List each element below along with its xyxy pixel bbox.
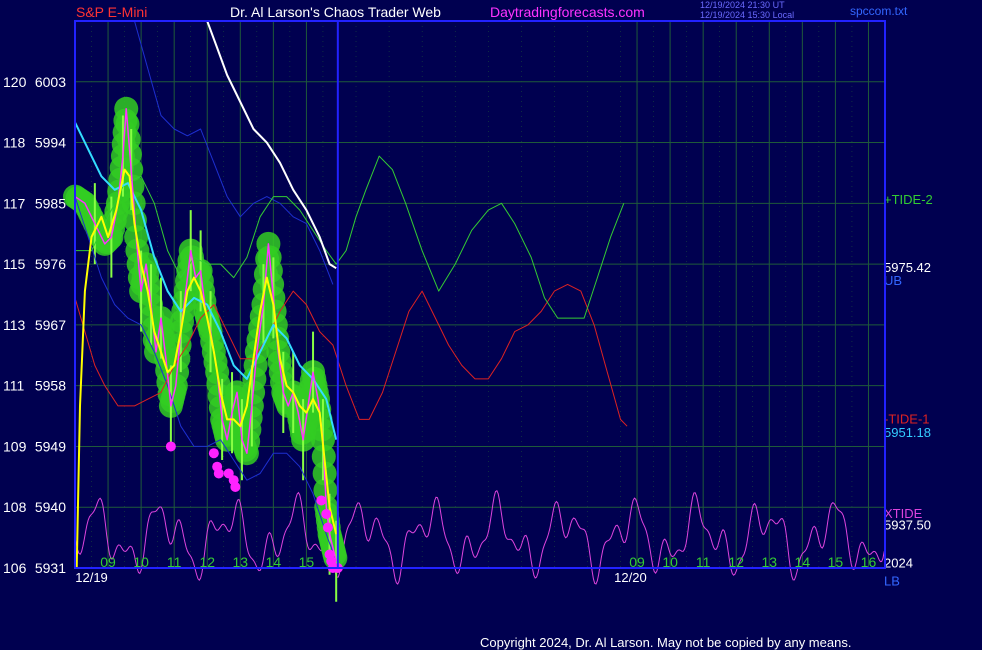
- y-tick-left-label: 106: [3, 560, 27, 576]
- marker-dot: [165, 441, 176, 452]
- xtide-line: [74, 489, 885, 585]
- y-axis-labels: 120 6003 118 5994 117 5985 115 5976 113 5967 111 59…: [3, 74, 66, 576]
- y-tick-left-label: 118: [3, 135, 26, 151]
- y-tick-price-label: 5976: [35, 256, 66, 272]
- site-title: Dr. Al Larson's Chaos Trader Web: [230, 4, 441, 20]
- marker-dot: [208, 448, 219, 459]
- ub-line: [134, 20, 334, 285]
- white-line: [206, 20, 337, 270]
- instrument-title: S&P E-Mini: [76, 4, 148, 20]
- marker-dot: [321, 508, 332, 519]
- right-label: 5951.18: [884, 425, 931, 440]
- marker-dot: [230, 481, 241, 492]
- y-tick-left-label: 108: [3, 499, 27, 515]
- y-tick-price-label: 5958: [35, 378, 66, 394]
- site-link[interactable]: Daytradingforecasts.com: [490, 4, 645, 20]
- data-file-name: spccom.txt: [850, 4, 908, 18]
- xtide-series: [74, 489, 885, 585]
- right-labels: +TIDE-25975.42UB-TIDE-15951.18XTIDE5937.…: [884, 192, 933, 589]
- y-tick-price-label: 5985: [35, 195, 66, 211]
- y-tick-left-label: 120: [3, 74, 27, 90]
- right-label: UB: [884, 273, 902, 288]
- marker-dot: [213, 468, 224, 479]
- timestamp-local: 12/19/2024 15:30 Local: [700, 10, 795, 20]
- marker-dot: [322, 522, 333, 533]
- right-label: 2024: [884, 555, 913, 570]
- y-tick-left-label: 113: [3, 317, 26, 333]
- chart-canvas: 120 6003 118 5994 117 5985 115 5976 113 5967 111 59…: [3, 20, 933, 602]
- right-label: +TIDE-2: [884, 192, 933, 207]
- y-tick-price-label: 5940: [35, 499, 66, 515]
- y-tick-left-label: 115: [3, 256, 26, 272]
- y-tick-left-label: 117: [3, 195, 26, 211]
- right-label: 5937.50: [884, 517, 931, 532]
- y-tick-left-label: 109: [3, 438, 27, 454]
- y-tick-price-label: 5967: [35, 317, 66, 333]
- timestamp-ut: 12/19/2024 21:30 UT: [700, 0, 785, 10]
- copyright: Copyright 2024, Dr. Al Larson. May not b…: [480, 635, 852, 650]
- right-label: LB: [884, 574, 900, 589]
- y-tick-price-label: 5994: [35, 135, 66, 151]
- y-tick-price-label: 5949: [35, 438, 66, 454]
- date-label: 12/20: [614, 570, 647, 585]
- y-tick-price-label: 6003: [35, 74, 66, 90]
- date-label: 12/19: [75, 570, 108, 585]
- y-tick-price-label: 5931: [35, 560, 66, 576]
- marker-dot: [316, 495, 327, 506]
- y-tick-left-label: 111: [3, 378, 24, 394]
